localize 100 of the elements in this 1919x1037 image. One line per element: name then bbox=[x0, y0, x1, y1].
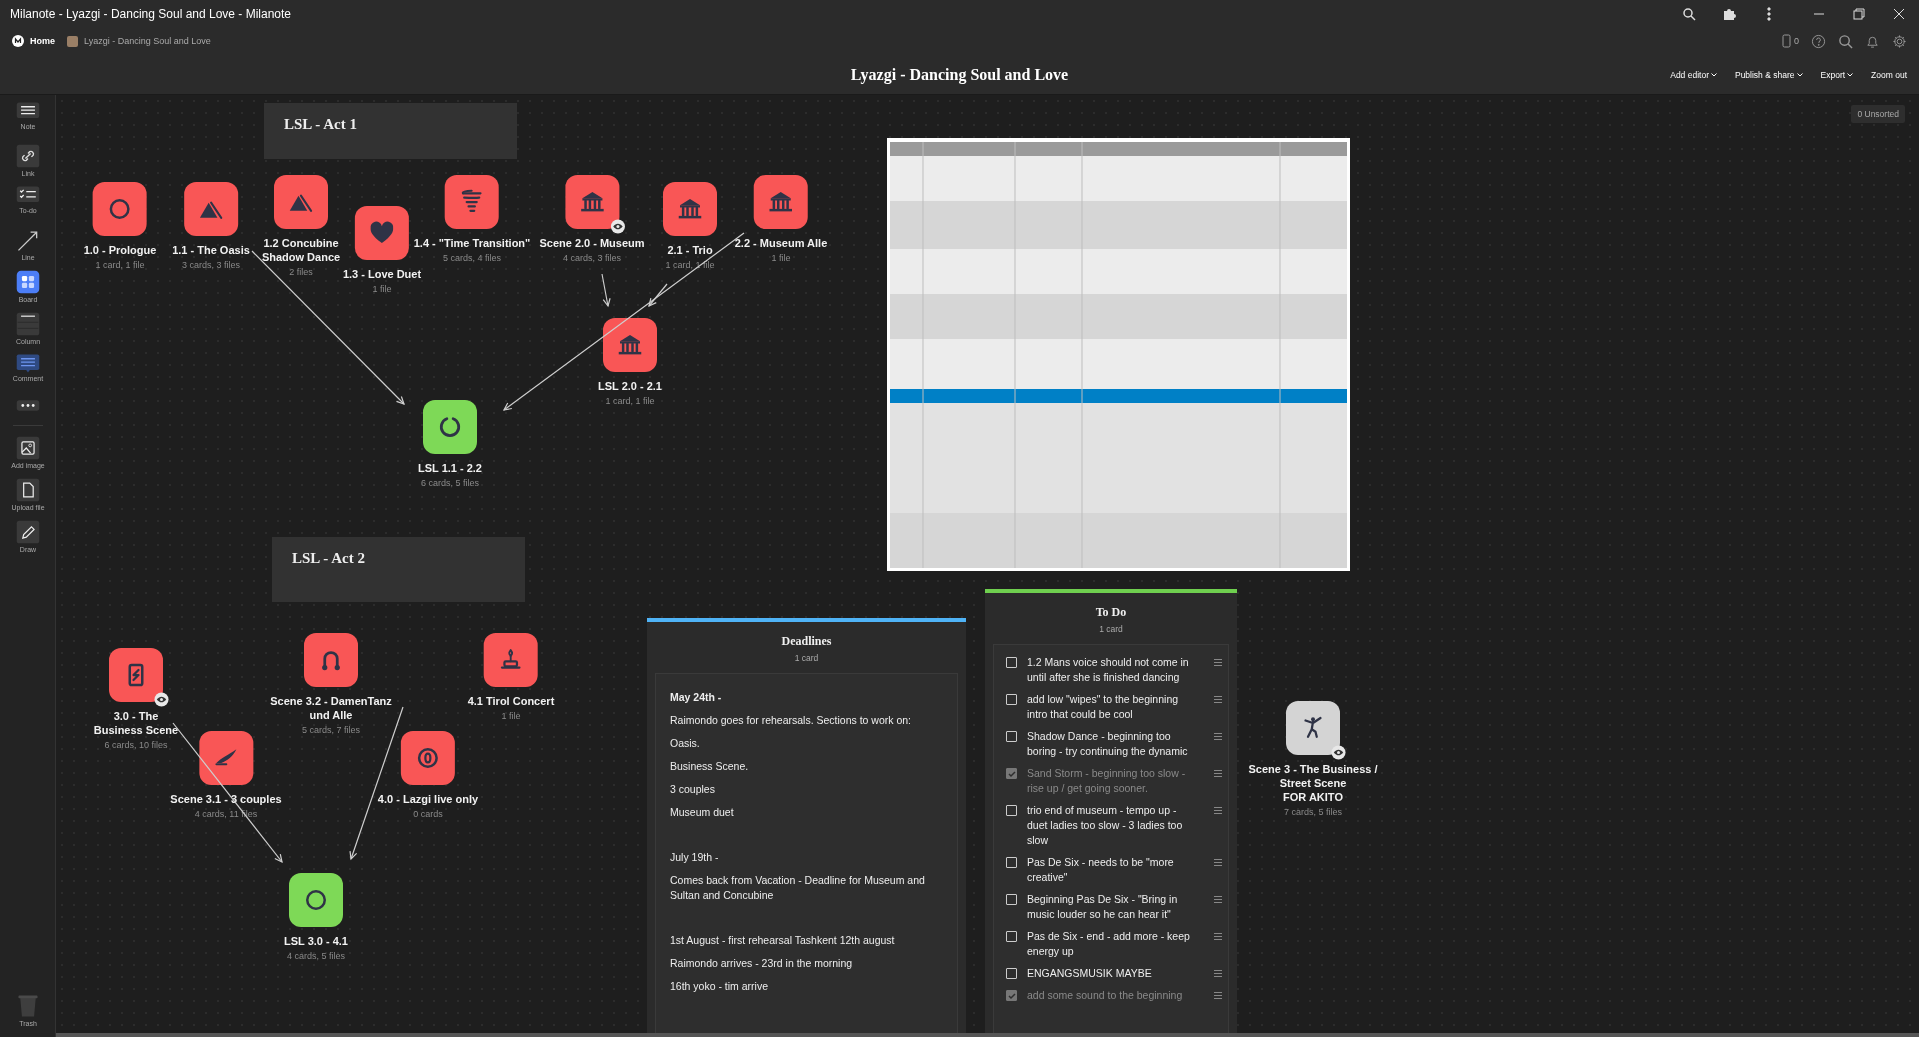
board-icon-tile[interactable] bbox=[199, 731, 253, 785]
drag-handle-icon[interactable] bbox=[1214, 970, 1222, 977]
checkbox[interactable] bbox=[1006, 731, 1017, 742]
image-icon bbox=[15, 435, 41, 461]
todo-text: trio end of museum - tempo up - duet ladies too slow - 3 ladies too slow bbox=[1027, 803, 1184, 848]
check-icon bbox=[1007, 991, 1016, 1000]
unsorted-button[interactable]: 0 Unsorted bbox=[1851, 105, 1905, 123]
checkbox[interactable] bbox=[1006, 968, 1017, 979]
draw-icon bbox=[15, 519, 41, 545]
board-icon-tile[interactable] bbox=[184, 182, 238, 236]
search-icon[interactable] bbox=[1838, 33, 1853, 49]
board-icon-tile[interactable] bbox=[401, 731, 455, 785]
help-icon[interactable] bbox=[1811, 33, 1826, 49]
board-title[interactable]: Scene 3.2 - DamenTanz und Alle bbox=[261, 694, 401, 722]
drag-handle-icon[interactable] bbox=[1214, 733, 1222, 740]
column-count: 1 card bbox=[794, 653, 819, 663]
drag-handle-icon[interactable] bbox=[1214, 807, 1222, 814]
board-info: 7 cards, 5 files bbox=[1284, 806, 1342, 819]
board-title[interactable]: 1.3 - Love Duet bbox=[342, 267, 422, 281]
close-icon[interactable] bbox=[1892, 6, 1906, 21]
column-title: To Do bbox=[1095, 605, 1127, 620]
board-icon-tile[interactable] bbox=[355, 206, 409, 260]
note-text: May 24th - bbox=[670, 690, 723, 705]
board-info: 6 cards, 5 files bbox=[421, 477, 479, 490]
board-title[interactable]: 2.2 - Museum Alle bbox=[734, 236, 828, 250]
board-info: 1 file bbox=[771, 252, 791, 265]
board-info: 1 file bbox=[501, 710, 521, 723]
settings-icon[interactable] bbox=[1892, 33, 1907, 49]
board-icon-tile[interactable] bbox=[1286, 701, 1340, 755]
chevron-down-icon bbox=[1796, 72, 1803, 77]
drag-handle-icon[interactable] bbox=[1214, 696, 1222, 703]
column-count: 1 card bbox=[1099, 624, 1123, 634]
todo-text: Sand Storm - beginning too slow - rise up / get going sooner. bbox=[1027, 766, 1187, 796]
board-icon-tile[interactable] bbox=[565, 175, 619, 229]
board-title[interactable]: 1.0 - Prologue bbox=[83, 243, 157, 257]
board-title[interactable]: LSL 2.0 - 2.1 bbox=[598, 379, 662, 393]
board-title[interactable]: 1.2 Concubine Shadow Dance bbox=[251, 236, 351, 264]
board-title[interactable]: 1.1 - The Oasis bbox=[172, 243, 250, 257]
board-icon-tile[interactable] bbox=[754, 175, 808, 229]
board-info: 0 cards bbox=[413, 808, 443, 821]
header-action-button[interactable]: Publish & share bbox=[1734, 69, 1803, 80]
note-text: Business Scene. bbox=[670, 759, 750, 774]
drag-handle-icon[interactable] bbox=[1214, 992, 1222, 999]
board-title[interactable]: 4.1 Tirol Concert bbox=[467, 694, 555, 708]
board-info: 5 cards, 7 files bbox=[302, 724, 360, 737]
breadcrumb-link[interactable]: Lyazgi - Dancing Soul and Love bbox=[67, 35, 211, 47]
checkbox[interactable] bbox=[1006, 805, 1017, 816]
header-action-button[interactable]: Add editor bbox=[1670, 69, 1717, 80]
phone-icon[interactable] bbox=[1782, 34, 1791, 48]
board-icon-tile[interactable] bbox=[663, 182, 717, 236]
drag-handle-icon[interactable] bbox=[1214, 933, 1222, 940]
board-icon-tile[interactable] bbox=[274, 175, 328, 229]
restore-icon[interactable] bbox=[1852, 6, 1866, 21]
board-icon-tile[interactable] bbox=[423, 400, 477, 454]
drag-handle-icon[interactable] bbox=[1214, 659, 1222, 666]
checkbox[interactable] bbox=[1006, 990, 1017, 1001]
board-title[interactable]: 3.0 - The Business Scene bbox=[88, 709, 184, 737]
board-title[interactable]: 2.1 - Trio bbox=[667, 243, 713, 257]
board-title[interactable]: LSL 3.0 - 4.1 bbox=[284, 934, 348, 948]
board-title[interactable]: Scene 3 - The Business / Street Scene FOR AKITO bbox=[1238, 762, 1388, 804]
board-info: 1 card, 1 file bbox=[605, 395, 655, 408]
board-title[interactable]: Scene 2.0 - Museum bbox=[539, 236, 645, 250]
checkbox[interactable] bbox=[1006, 894, 1017, 905]
board-title[interactable]: 4.0 - Lazgi live only bbox=[377, 792, 479, 806]
chevron-down-icon bbox=[1710, 72, 1717, 77]
puzzle-icon[interactable] bbox=[1722, 6, 1736, 21]
breadcrumb-link[interactable]: Home bbox=[12, 35, 55, 47]
checkbox[interactable] bbox=[1006, 931, 1017, 942]
search-icon[interactable] bbox=[1682, 6, 1696, 21]
board-icon-tile[interactable] bbox=[289, 873, 343, 927]
todo-text: Beginning Pas De Six - "Bring in music louder so he can hear it" bbox=[1027, 892, 1179, 922]
todo-text: Pas de Six - end - add more - keep energy up bbox=[1027, 929, 1191, 959]
comment-icon bbox=[15, 353, 41, 374]
board-icon bbox=[15, 269, 41, 295]
board-title[interactable]: 1.4 - "Time Transition" bbox=[413, 236, 531, 250]
scrollbar[interactable] bbox=[56, 1033, 1919, 1037]
board-icon-tile[interactable] bbox=[445, 175, 499, 229]
drag-handle-icon[interactable] bbox=[1214, 770, 1222, 777]
todo-text: Pas De Six - needs to be "more creative" bbox=[1027, 855, 1175, 885]
checkbox[interactable] bbox=[1006, 694, 1017, 705]
todo-text: add some sound to the beginning bbox=[1027, 988, 1184, 1003]
checkbox[interactable] bbox=[1006, 857, 1017, 868]
drag-handle-icon[interactable] bbox=[1214, 859, 1222, 866]
board-icon-tile[interactable] bbox=[484, 633, 538, 687]
header-action-button[interactable]: Zoom out bbox=[1871, 69, 1907, 80]
board-info: 1 card, 1 file bbox=[95, 259, 145, 272]
board-icon-tile[interactable] bbox=[603, 318, 657, 372]
board-title[interactable]: LSL 1.1 - 2.2 bbox=[418, 461, 482, 475]
note-text: Raimondo goes for rehearsals. Sections to work on: bbox=[670, 713, 913, 728]
checkbox[interactable] bbox=[1006, 657, 1017, 668]
link-icon bbox=[15, 143, 41, 169]
checkbox[interactable] bbox=[1006, 768, 1017, 779]
board-icon-tile[interactable] bbox=[93, 182, 147, 236]
board-icon-tile[interactable] bbox=[109, 648, 163, 702]
board-icon-tile[interactable] bbox=[304, 633, 358, 687]
note-text: Comes back from Vacation - Deadline for Museum and Sultan and Concubine bbox=[670, 873, 926, 903]
note-text: July 19th - bbox=[670, 850, 720, 865]
drag-handle-icon[interactable] bbox=[1214, 896, 1222, 903]
note-text: 3 couples bbox=[670, 782, 716, 797]
header-action-button[interactable]: Export bbox=[1820, 69, 1854, 80]
